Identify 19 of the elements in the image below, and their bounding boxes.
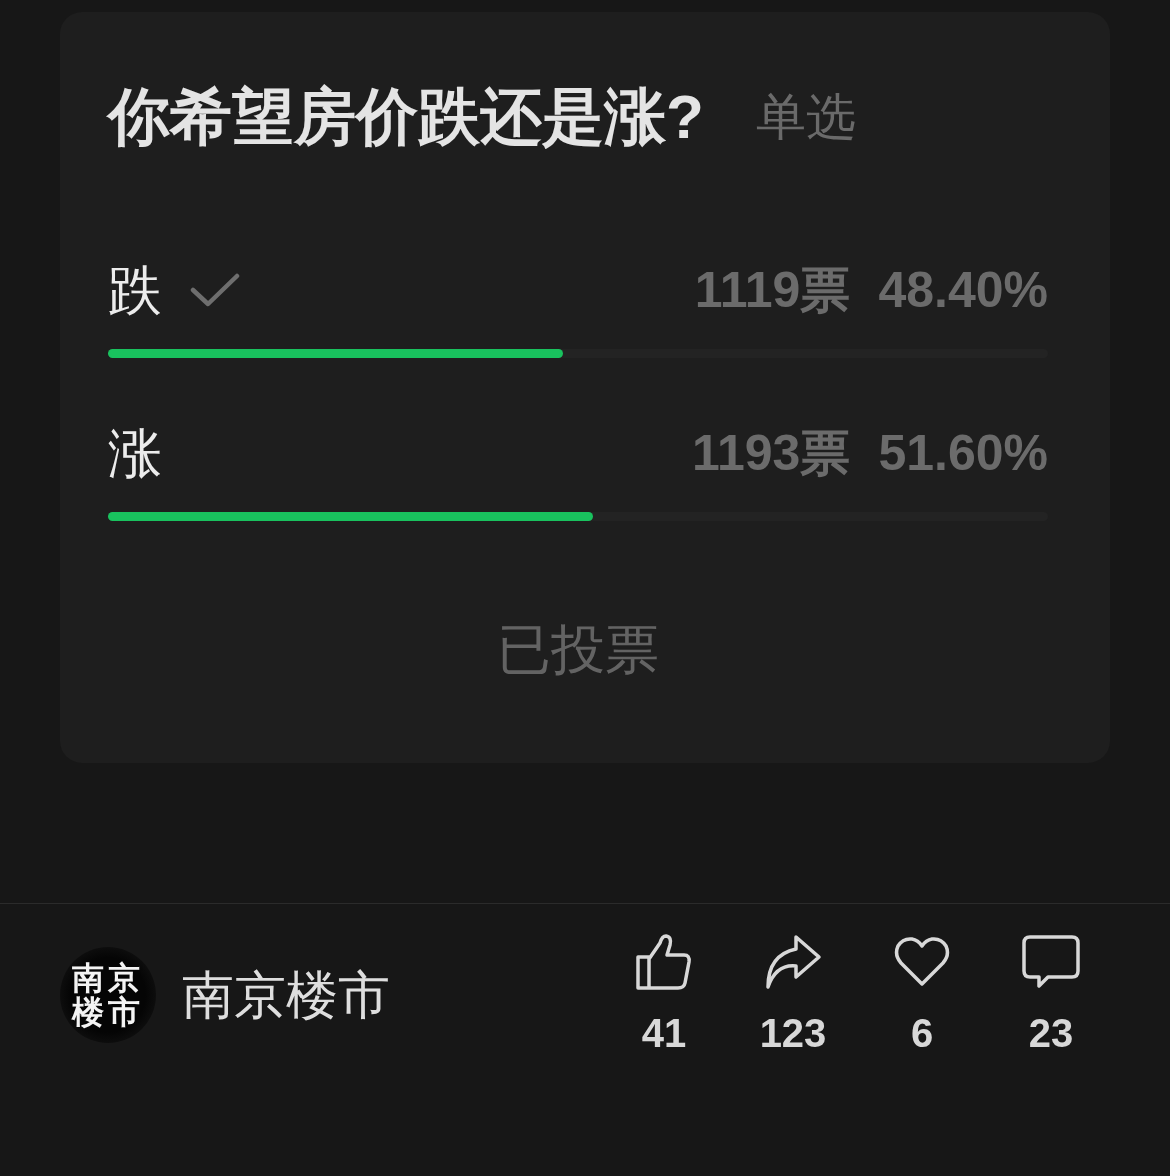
- comment-button[interactable]: 23: [991, 933, 1111, 1056]
- option-label[interactable]: 跌: [108, 255, 162, 325]
- speech-bubble-icon: [1022, 933, 1080, 991]
- avatar-text: 南京: [72, 960, 144, 995]
- curved-arrow-icon: [764, 933, 822, 991]
- poll-mode-label: 单选: [755, 88, 856, 147]
- vote-count: 1119票: [694, 261, 851, 320]
- vote-count: 1193票: [691, 424, 851, 483]
- avatar-text: 楼市: [72, 994, 144, 1029]
- vote-percent: 48.40%: [878, 261, 1048, 320]
- favorite-button[interactable]: 6: [862, 933, 982, 1056]
- share-button[interactable]: 123: [733, 933, 853, 1056]
- poll-question: 你希望房价跌还是涨?: [108, 81, 704, 153]
- thumbs-up-icon: [635, 933, 693, 991]
- option-label[interactable]: 涨: [108, 418, 162, 488]
- vote-percent: 51.60%: [878, 424, 1048, 483]
- avatar-logo[interactable]: 南京 楼市: [60, 946, 156, 1043]
- like-button[interactable]: 41: [604, 933, 724, 1056]
- author-name[interactable]: 南京楼市: [182, 962, 390, 1027]
